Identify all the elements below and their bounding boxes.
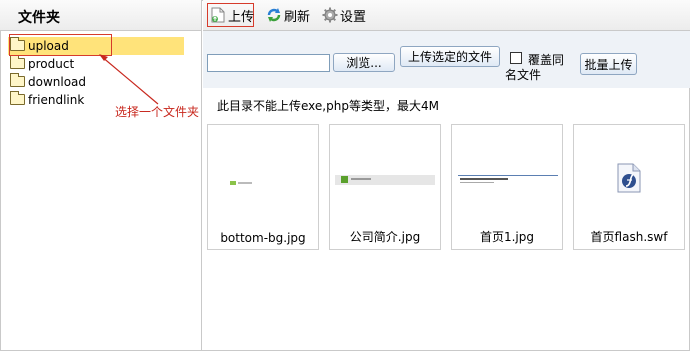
refresh-icon: [266, 7, 282, 23]
file-card[interactable]: 首页1.jpg: [451, 124, 563, 250]
upload-notice: 此目录不能上传exe,php等类型，最大4M: [217, 99, 439, 113]
batch-upload-button[interactable]: 批量上传: [580, 53, 637, 75]
folder-panel-title: 文件夹: [0, 0, 201, 31]
file-thumbnail: [458, 175, 558, 185]
swf-file-icon: [617, 163, 641, 193]
upload-label: 上传: [228, 9, 255, 25]
file-card[interactable]: bottom-bg.jpg: [207, 124, 319, 250]
browse-button[interactable]: 浏览...: [333, 53, 395, 72]
folder-item-download[interactable]: download: [8, 73, 184, 91]
file-thumbnail: [335, 175, 435, 185]
gear-icon: [322, 7, 338, 23]
file-thumbnail: [230, 181, 252, 187]
upload-selected-button[interactable]: 上传选定的文件: [400, 46, 500, 67]
file-name: 公司简介.jpg: [349, 230, 421, 244]
file-name: 首页1.jpg: [479, 230, 535, 244]
file-card[interactable]: 公司简介.jpg: [329, 124, 441, 250]
folder-item-product[interactable]: product: [8, 55, 184, 73]
folder-highlight-box: [9, 34, 112, 56]
refresh-label: 刷新: [284, 9, 311, 25]
settings-label: 设置: [340, 9, 367, 25]
folder-icon: [10, 55, 25, 69]
folder-icon: [10, 91, 25, 105]
upload-file-icon: [210, 7, 226, 23]
folder-label: download: [28, 75, 87, 89]
folder-icon: [10, 73, 25, 87]
file-card[interactable]: 首页flash.swf: [573, 124, 685, 250]
overwrite-label-line2: 名文件: [505, 68, 542, 82]
overwrite-checkbox[interactable]: [510, 52, 522, 64]
folder-label: product: [28, 57, 75, 71]
file-name: bottom-bg.jpg: [220, 231, 306, 245]
refresh-button[interactable]: 刷新: [266, 5, 310, 25]
upload-button[interactable]: 上传: [210, 5, 254, 25]
file-name: 首页flash.swf: [590, 230, 668, 244]
folder-label: friendlink: [28, 93, 85, 107]
annotation-select-folder: 选择一个文件夹: [115, 105, 200, 119]
file-path-input[interactable]: [207, 54, 330, 72]
settings-button[interactable]: 设置: [322, 5, 366, 25]
